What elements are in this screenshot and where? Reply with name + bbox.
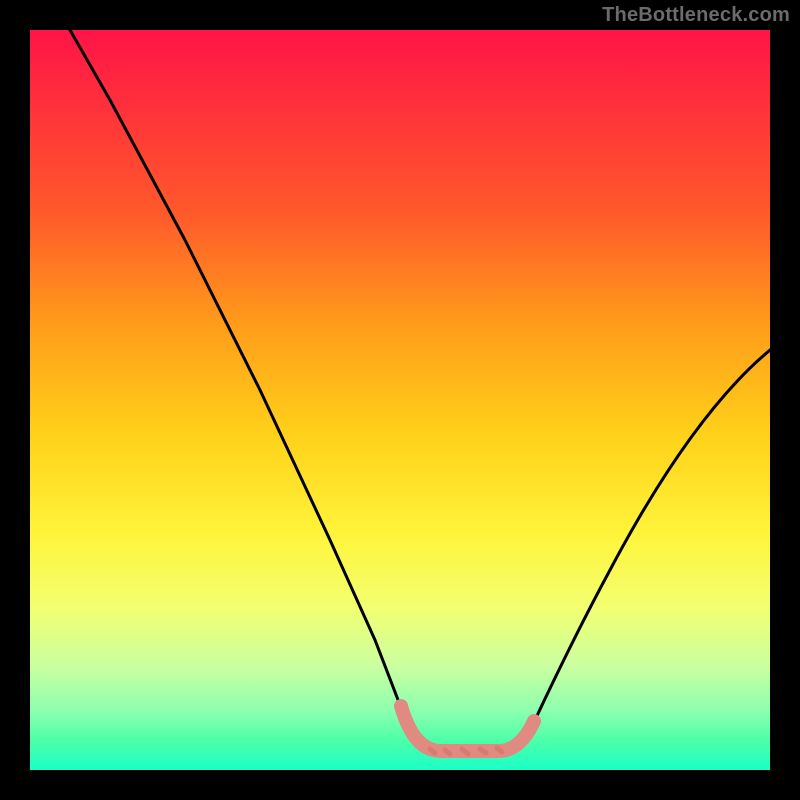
bottleneck-curve: [30, 30, 770, 770]
plot-area: [30, 30, 770, 770]
curve-bottom-highlight: [401, 706, 534, 751]
curve-path: [70, 30, 770, 750]
chart-frame: TheBottleneck.com: [0, 0, 800, 800]
watermark: TheBottleneck.com: [602, 4, 790, 27]
